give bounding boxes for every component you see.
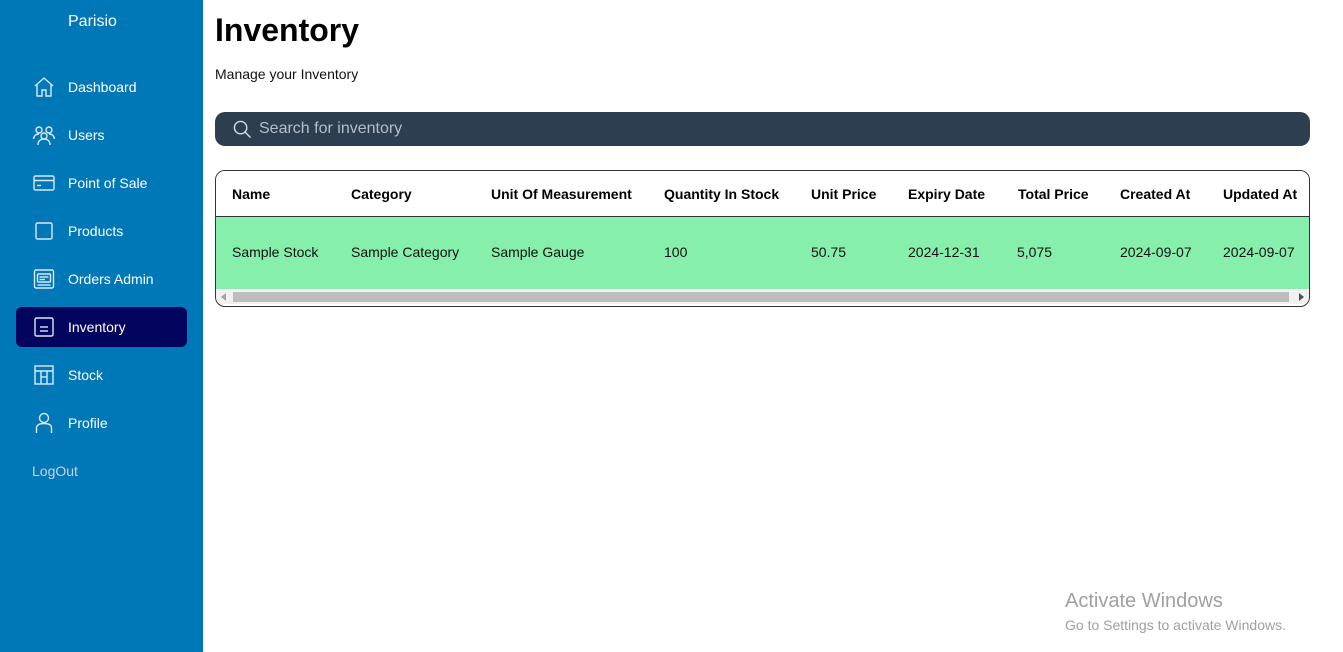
sidebar-item-stock[interactable]: Stock	[16, 355, 187, 395]
search-bar	[215, 112, 1310, 146]
sidebar-item-orders-admin[interactable]: Orders Admin	[16, 259, 187, 299]
search-input[interactable]	[259, 112, 1289, 146]
profile-icon	[32, 411, 56, 435]
cell-category: Sample Category	[351, 244, 460, 260]
sidebar-item-label: Profile	[68, 415, 108, 431]
scroll-left-arrow-icon[interactable]	[216, 290, 232, 304]
sidebar-item-dashboard[interactable]: Dashboard	[16, 67, 187, 107]
activation-watermark: Activate Windows Go to Settings to activ…	[1065, 590, 1286, 633]
sidebar-item-users[interactable]: Users	[16, 115, 187, 155]
cell-unit-of-measurement: Sample Gauge	[491, 244, 585, 260]
column-header-created-at: Created At	[1120, 186, 1191, 202]
inventory-icon	[32, 315, 56, 339]
page-subtitle: Manage your Inventory	[215, 66, 359, 82]
scrollbar-thumb[interactable]	[233, 292, 1289, 302]
scroll-right-arrow-icon[interactable]	[1293, 290, 1309, 304]
sidebar-item-label: Inventory	[68, 319, 126, 335]
table-row[interactable]: Sample Stock Sample Category Sample Gaug…	[216, 217, 1309, 289]
sidebar-item-label: Point of Sale	[68, 175, 148, 191]
sidebar: Parisio Dashboard Users Point of Sale Pr…	[0, 0, 203, 652]
cell-unit-price: 50.75	[811, 244, 847, 260]
column-header-updated-at: Updated At	[1223, 186, 1298, 202]
column-header-category: Category	[351, 186, 412, 202]
home-icon	[32, 75, 56, 99]
cell-expiry-date: 2024-12-31	[908, 244, 980, 260]
cell-updated-at: 2024-09-07	[1223, 244, 1295, 260]
brand-name: Parisio	[68, 13, 117, 30]
column-header-unit-of-measurement: Unit Of Measurement	[491, 186, 632, 202]
column-header-total-price: Total Price	[1018, 186, 1089, 202]
cell-created-at: 2024-09-07	[1120, 244, 1192, 260]
watermark-title: Activate Windows	[1065, 590, 1223, 612]
cell-name: Sample Stock	[232, 244, 319, 260]
column-header-expiry-date: Expiry Date	[908, 186, 986, 202]
search-icon	[233, 120, 252, 139]
sidebar-item-products[interactable]: Products	[16, 211, 187, 251]
sidebar-item-point-of-sale[interactable]: Point of Sale	[16, 163, 187, 203]
column-header-quantity-in-stock: Quantity In Stock	[664, 186, 780, 202]
sidebar-item-label: Products	[68, 223, 124, 239]
sidebar-item-label: Users	[68, 127, 105, 143]
watermark-subtitle: Go to Settings to activate Windows.	[1065, 617, 1286, 633]
users-icon	[32, 123, 56, 147]
sidebar-item-profile[interactable]: Profile	[16, 403, 187, 443]
cell-total-price: 5,075	[1017, 244, 1053, 260]
horizontal-scrollbar[interactable]	[216, 290, 1309, 304]
cell-quantity-in-stock: 100	[664, 244, 688, 260]
table-header: Name Category Unit Of Measurement Quanti…	[216, 171, 1309, 217]
stock-icon	[32, 363, 56, 387]
inventory-table: Name Category Unit Of Measurement Quanti…	[215, 170, 1310, 307]
sidebar-item-label: Dashboard	[68, 79, 137, 95]
column-header-unit-price: Unit Price	[811, 186, 877, 202]
card-icon	[32, 171, 56, 195]
square-icon	[32, 219, 56, 243]
logout-link[interactable]: LogOut	[32, 463, 78, 479]
orders-icon	[32, 267, 56, 291]
sidebar-item-label: Stock	[68, 367, 104, 383]
page-title: Inventory	[215, 12, 360, 48]
sidebar-item-inventory[interactable]: Inventory	[16, 307, 187, 347]
sidebar-item-label: Orders Admin	[68, 271, 154, 287]
column-header-name: Name	[232, 186, 271, 202]
